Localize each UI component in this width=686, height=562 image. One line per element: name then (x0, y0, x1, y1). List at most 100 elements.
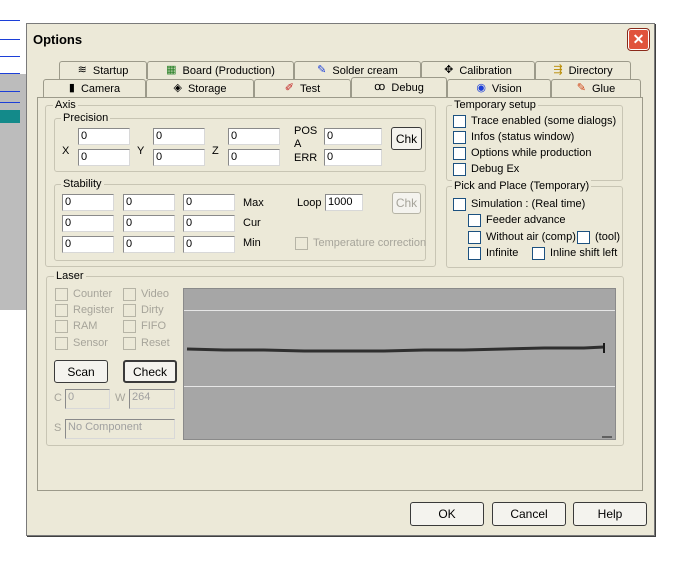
temporary-setup-title: Temporary setup (452, 99, 538, 111)
tab-vision[interactable]: ◉ Vision (447, 79, 551, 97)
close-button[interactable]: ✕ (627, 28, 650, 51)
tab-test[interactable]: ✐ Test (254, 79, 351, 97)
loop-value[interactable]: 1000 (325, 194, 363, 211)
x-label: X (62, 145, 70, 157)
tool-checkbox[interactable] (577, 231, 590, 244)
options-dialog: Options ✕ ≋ Startup ▦ Board (Production)… (26, 23, 655, 536)
stability-max-1[interactable]: 0 (62, 194, 114, 211)
stability-max-2[interactable]: 0 (123, 194, 175, 211)
stability-cur-3[interactable]: 0 (183, 215, 235, 232)
calibration-icon: ✥ (444, 64, 454, 76)
directory-icon: ⇶ (553, 64, 563, 76)
z-value-2[interactable]: 0 (228, 149, 280, 166)
ok-label: OK (438, 507, 456, 521)
tab-debug[interactable]: ꝏ Debug (351, 77, 447, 97)
scan-button[interactable]: Scan (54, 360, 108, 383)
tab-startup[interactable]: ≋ Startup (59, 61, 147, 79)
stability-min-3[interactable]: 0 (183, 236, 235, 253)
cancel-button[interactable]: Cancel (492, 502, 566, 526)
inline-shift-left-checkbox[interactable] (532, 247, 545, 260)
tab-label: Camera (80, 82, 121, 95)
infos-checkbox[interactable] (453, 131, 466, 144)
axis-group-title: Axis (53, 99, 78, 111)
board-icon: ▦ (166, 64, 177, 76)
temperature-correction-checkbox[interactable] (295, 237, 308, 250)
feeder-advance-label: Feeder advance (486, 214, 566, 226)
w-label: W (115, 392, 126, 404)
counter-checkbox[interactable] (55, 288, 68, 301)
stability-cur-1[interactable]: 0 (62, 215, 114, 232)
pick-place-title: Pick and Place (Temporary) (452, 180, 592, 192)
reset-checkbox[interactable] (123, 337, 136, 350)
stability-min-1[interactable]: 0 (62, 236, 114, 253)
background-line (0, 73, 20, 74)
ram-label: RAM (73, 320, 98, 332)
pos-value[interactable]: 0 (324, 128, 382, 145)
options-while-production-checkbox[interactable] (453, 147, 466, 160)
stability-chk-button[interactable]: Chk (392, 192, 421, 214)
stability-min-2[interactable]: 0 (123, 236, 175, 253)
dialog-title: Options (33, 32, 83, 47)
background-line (0, 102, 20, 103)
help-button[interactable]: Help (573, 502, 647, 526)
laser-group-title: Laser (54, 270, 86, 282)
y-label: Y (137, 145, 145, 157)
glasses-icon: ꝏ (374, 81, 386, 93)
temperature-correction-label: Temperature correction (313, 237, 427, 249)
sensor-label: Sensor (73, 337, 108, 349)
tab-label: Storage (187, 82, 227, 95)
tab-camera[interactable]: ▮ Camera (43, 79, 146, 97)
infinite-checkbox[interactable] (468, 247, 481, 260)
background-selection (0, 110, 20, 123)
infinite-label: Infinite (486, 247, 519, 259)
sensor-checkbox[interactable] (55, 337, 68, 350)
w-value[interactable]: 264 (129, 389, 175, 409)
z-value-1[interactable]: 0 (228, 128, 280, 145)
tab-label: Vision (491, 82, 522, 95)
stability-max-3[interactable]: 0 (183, 194, 235, 211)
background-line (0, 20, 20, 21)
max-label: Max (243, 197, 264, 209)
trace-enabled-checkbox[interactable] (453, 115, 466, 128)
laser-signal-trace (186, 343, 612, 438)
feeder-advance-checkbox[interactable] (468, 214, 481, 227)
tab-label: Directory (568, 64, 613, 77)
err-value[interactable]: 0 (324, 149, 382, 166)
x-value-1[interactable]: 0 (78, 128, 130, 145)
title-bar[interactable]: Options ✕ (27, 24, 654, 53)
background-line (0, 91, 20, 92)
c-value[interactable]: 0 (65, 389, 110, 409)
stability-cur-2[interactable]: 0 (123, 215, 175, 232)
check-button[interactable]: Check (123, 360, 177, 383)
camera-icon: ▮ (68, 82, 75, 94)
infos-label: Infos (status window) (471, 131, 575, 143)
storage-icon: ◈ (173, 82, 182, 94)
s-value[interactable]: No Component (65, 419, 175, 439)
dirty-checkbox[interactable] (123, 304, 136, 317)
options-while-production-label: Options while production (471, 147, 592, 159)
fifo-checkbox[interactable] (123, 320, 136, 333)
tab-directory[interactable]: ⇶ Directory (535, 61, 631, 79)
debug-ex-checkbox[interactable] (453, 163, 466, 176)
ok-button[interactable]: OK (410, 502, 484, 526)
tab-board-production[interactable]: ▦ Board (Production) (147, 61, 294, 79)
background-line (0, 56, 20, 57)
video-checkbox[interactable] (123, 288, 136, 301)
y-value-2[interactable]: 0 (153, 149, 205, 166)
cancel-label: Cancel (510, 507, 548, 521)
chk-label: Chk (395, 131, 418, 146)
tab-label: Board (Production) (182, 64, 275, 77)
register-checkbox[interactable] (55, 304, 68, 317)
dirty-label: Dirty (141, 304, 164, 316)
precision-chk-button[interactable]: Chk (391, 127, 422, 150)
y-value-1[interactable]: 0 (153, 128, 205, 145)
ram-checkbox[interactable] (55, 320, 68, 333)
x-value-2[interactable]: 0 (78, 149, 130, 166)
video-label: Video (141, 288, 169, 300)
without-air-checkbox[interactable] (468, 231, 481, 244)
tab-label: Solder cream (332, 64, 398, 77)
simulation-checkbox[interactable] (453, 198, 466, 211)
tab-glue[interactable]: ✎ Glue (551, 79, 641, 97)
close-icon: ✕ (632, 31, 645, 47)
tab-storage[interactable]: ◈ Storage (146, 79, 254, 97)
